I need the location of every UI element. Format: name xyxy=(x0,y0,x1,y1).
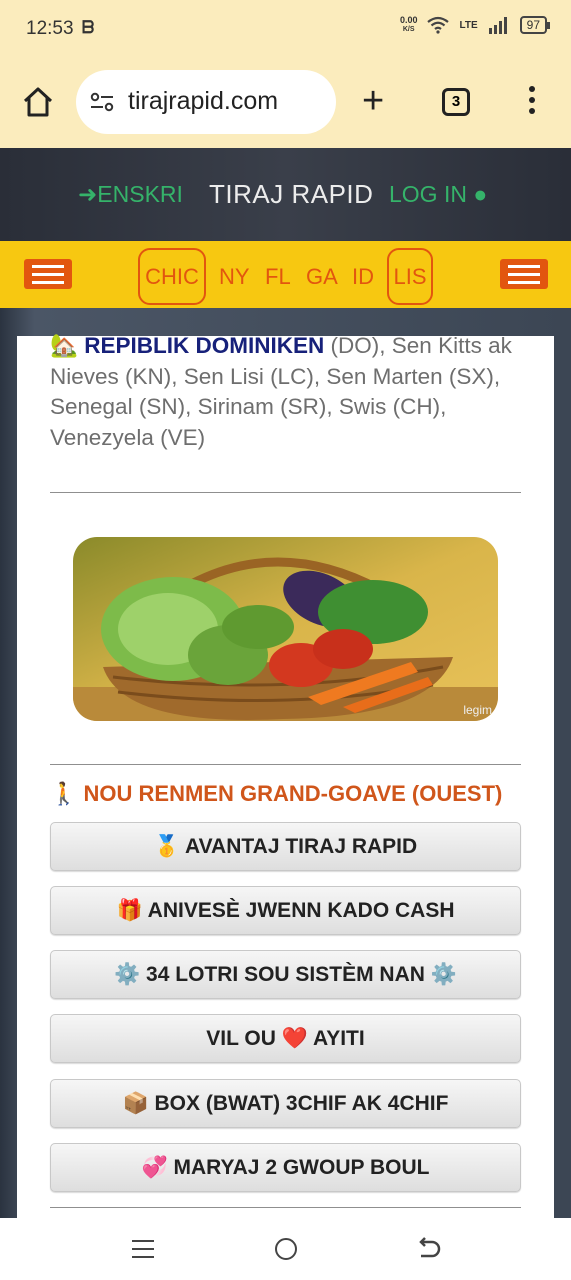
anniversary-button[interactable]: 🎁 ANIVESÈ JWENN KADO CASH xyxy=(50,886,521,935)
divider xyxy=(50,1207,521,1208)
browser-menu-icon[interactable] xyxy=(527,86,537,118)
vegetable-basket-image: legim xyxy=(73,537,498,721)
user-icon: ● xyxy=(473,181,488,207)
recents-icon[interactable] xyxy=(132,1240,154,1264)
content-card: 🏡 REPIBLIK DOMINIKEN (DO), Sen Kitts ak … xyxy=(17,333,554,1218)
house-icon: 🏡 xyxy=(50,333,79,358)
net-speed: 0.00 K/S xyxy=(399,15,418,34)
address-bar[interactable]: tirajrapid.com xyxy=(76,70,336,134)
section-title: 🚶 NOU RENMEN GRAND-GOAVE (OUEST) xyxy=(50,781,503,806)
signup-link[interactable]: ➜ENSKRI xyxy=(78,181,183,208)
browser-toolbar: tirajrapid.com + 3 xyxy=(0,58,571,148)
nav-item-id[interactable]: ID xyxy=(352,264,374,290)
battery-icon: 97 xyxy=(519,16,551,34)
country-dominican: REPIBLIK DOMINIKEN xyxy=(84,333,325,358)
status-bar: 12:53 ᗷ 0.00 K/S LTE 97 xyxy=(0,0,571,58)
signin-arrow-icon: ➜ xyxy=(78,181,98,207)
advantages-button[interactable]: 🥇 AVANTAJ TIRAJ RAPID xyxy=(50,822,521,871)
nav-item-ny[interactable]: NY xyxy=(219,264,250,290)
right-menu-icon[interactable] xyxy=(500,259,548,289)
left-menu-icon[interactable] xyxy=(24,259,72,289)
person-icon: 🚶 xyxy=(50,781,78,806)
divider xyxy=(50,492,521,493)
wifi-icon xyxy=(427,16,450,34)
home-circle-icon[interactable] xyxy=(275,1238,297,1260)
site-brand[interactable]: TIRAJ RAPID xyxy=(209,179,373,210)
lte-label: LTE xyxy=(459,19,478,31)
system-navigation-bar xyxy=(0,1218,571,1280)
site-settings-icon[interactable] xyxy=(90,92,114,112)
image-watermark: legim xyxy=(463,703,492,717)
country-list-text: 🏡 REPIBLIK DOMINIKEN (DO), Sen Kitts ak … xyxy=(50,333,512,450)
tab-switcher-button[interactable]: 3 xyxy=(442,88,470,116)
login-link[interactable]: LOG IN ● xyxy=(389,181,487,208)
nav-item-fl[interactable]: FL xyxy=(265,264,291,290)
status-time: 12:53 xyxy=(26,18,74,39)
site-header: ➜ENSKRI TIRAJ RAPID LOG IN ● xyxy=(0,148,571,241)
notification-icon: ᗷ xyxy=(82,18,95,37)
back-icon[interactable] xyxy=(416,1236,442,1262)
lottery-nav: CHIC NY FL GA ID LIS xyxy=(0,241,571,308)
nav-item-chic[interactable]: CHIC xyxy=(138,248,206,305)
marriage-button[interactable]: 💞 MARYAJ 2 GWOUP BOUL xyxy=(50,1143,521,1192)
new-tab-button[interactable]: + xyxy=(362,82,384,120)
home-icon[interactable] xyxy=(22,86,54,118)
nav-item-lis[interactable]: LIS xyxy=(387,248,433,305)
url-text: tirajrapid.com xyxy=(128,87,279,115)
lotteries-button[interactable]: ⚙️ 34 LOTRI SOU SISTÈM NAN ⚙️ xyxy=(50,950,521,999)
signal-icon xyxy=(488,17,507,34)
city-button[interactable]: VIL OU ❤️ AYITI xyxy=(50,1014,521,1063)
box-button[interactable]: 📦 BOX (BWAT) 3CHIF AK 4CHIF xyxy=(50,1079,521,1128)
nav-item-ga[interactable]: GA xyxy=(306,264,338,290)
divider xyxy=(50,764,521,765)
